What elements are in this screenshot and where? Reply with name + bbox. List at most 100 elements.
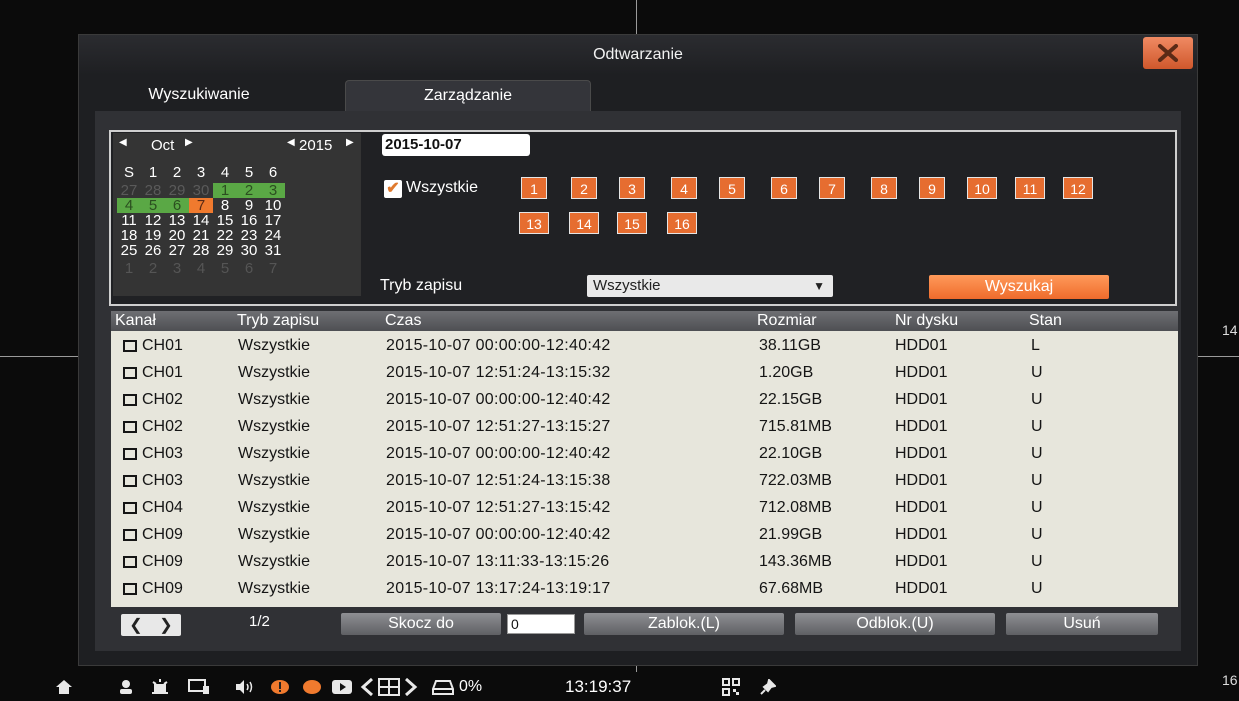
col-record-mode[interactable]: Tryb zapisu <box>237 312 319 330</box>
calendar-day[interactable]: 23 <box>237 228 261 243</box>
col-channel[interactable]: Kanał <box>115 312 156 330</box>
table-row[interactable]: CH09 Wszystkie 2015-10-07 13:17:24-13:19… <box>111 576 1178 601</box>
calendar-day[interactable]: 14 <box>189 213 213 228</box>
channel-toggle[interactable]: 10 <box>967 177 997 199</box>
col-state[interactable]: Stan <box>1029 312 1062 330</box>
table-row[interactable]: CH03 Wszystkie 2015-10-07 00:00:00-12:40… <box>111 441 1178 466</box>
record-icon[interactable] <box>302 672 322 701</box>
channel-toggle[interactable]: 4 <box>671 177 697 199</box>
delete-button[interactable]: Usuń <box>1006 613 1158 635</box>
calendar-day-selected[interactable]: 7 <box>189 198 213 213</box>
table-row[interactable]: CH03 Wszystkie 2015-10-07 12:51:24-13:15… <box>111 468 1178 493</box>
channel-toggle[interactable]: 12 <box>1063 177 1093 199</box>
next-page-icon[interactable]: ❯ <box>159 615 172 635</box>
qr-code-icon[interactable] <box>722 672 740 701</box>
jump-page-input[interactable]: 0 <box>507 614 575 634</box>
monitor-icon[interactable] <box>188 672 210 701</box>
all-channels-checkbox[interactable]: ✔ <box>384 180 402 198</box>
calendar-day[interactable]: 17 <box>261 213 285 228</box>
next-month-icon[interactable]: ▶ <box>185 137 193 148</box>
channel-toggle[interactable]: 8 <box>871 177 897 199</box>
calendar-day[interactable]: 31 <box>261 243 285 258</box>
channel-toggle[interactable]: 5 <box>719 177 745 199</box>
calendar-day[interactable]: 26 <box>141 243 165 258</box>
calendar-day[interactable]: 28 <box>189 243 213 258</box>
channel-toggle[interactable]: 14 <box>569 212 599 234</box>
calendar-day[interactable]: 12 <box>141 213 165 228</box>
calendar-day[interactable]: 18 <box>117 228 141 243</box>
table-row[interactable]: CH09 Wszystkie 2015-10-07 13:11:33-13:15… <box>111 549 1178 574</box>
record-mode-select[interactable]: Wszystkie ▼ <box>587 275 833 297</box>
jump-to-button[interactable]: Skocz do <box>341 613 501 635</box>
col-size[interactable]: Rozmiar <box>757 312 817 330</box>
calendar-day[interactable]: 30 <box>237 243 261 258</box>
home-icon[interactable] <box>55 672 73 701</box>
calendar-day[interactable]: 3 <box>165 261 189 276</box>
prev-page-icon[interactable]: ❮ <box>129 615 142 635</box>
volume-icon[interactable] <box>234 672 254 701</box>
col-disk[interactable]: Nr dysku <box>895 312 958 330</box>
close-button[interactable] <box>1143 37 1193 69</box>
channel-toggle[interactable]: 2 <box>571 177 597 199</box>
tab-management[interactable]: Zarządzanie <box>345 80 591 111</box>
calendar-day[interactable]: 10 <box>261 198 285 213</box>
channel-toggle[interactable]: 9 <box>919 177 945 199</box>
channel-toggle[interactable]: 6 <box>771 177 797 199</box>
alarm-icon[interactable] <box>150 672 170 701</box>
calendar-day[interactable]: 21 <box>189 228 213 243</box>
multiview-layout-icon[interactable] <box>378 672 400 701</box>
user-icon[interactable] <box>118 672 134 701</box>
date-input[interactable]: 2015-10-07 <box>382 134 530 156</box>
lock-button[interactable]: Zablok.(L) <box>584 613 784 635</box>
calendar-day[interactable]: 24 <box>261 228 285 243</box>
calendar-day[interactable]: 3 <box>261 183 285 198</box>
tab-search[interactable]: Wyszukiwanie <box>99 80 299 110</box>
next-year-icon[interactable]: ▶ <box>346 137 354 148</box>
calendar-day[interactable]: 15 <box>213 213 237 228</box>
prev-year-icon[interactable]: ◀ <box>287 137 295 148</box>
calendar-day[interactable]: 1 <box>213 183 237 198</box>
calendar-day[interactable]: 1 <box>117 261 141 276</box>
playback-icon[interactable] <box>332 672 352 701</box>
channel-toggle[interactable]: 3 <box>619 177 645 199</box>
calendar-day[interactable]: 2 <box>141 261 165 276</box>
search-button[interactable]: Wyszukaj <box>929 275 1109 299</box>
unlock-button[interactable]: Odblok.(U) <box>795 613 995 635</box>
calendar-day[interactable]: 27 <box>165 243 189 258</box>
layout-next-icon[interactable] <box>404 672 418 701</box>
channel-toggle[interactable]: 16 <box>667 212 697 234</box>
calendar-day[interactable]: 6 <box>237 261 261 276</box>
layout-prev-icon[interactable] <box>360 672 374 701</box>
col-time[interactable]: Czas <box>385 312 421 330</box>
calendar-day[interactable]: 29 <box>165 183 189 198</box>
calendar-day[interactable]: 13 <box>165 213 189 228</box>
channel-toggle[interactable]: 1 <box>521 177 547 199</box>
calendar-day[interactable]: 28 <box>141 183 165 198</box>
table-row[interactable]: CH01 Wszystkie 2015-10-07 12:51:24-13:15… <box>111 360 1178 385</box>
calendar-day[interactable]: 4 <box>117 198 141 213</box>
calendar-day[interactable]: 22 <box>213 228 237 243</box>
calendar-day[interactable]: 27 <box>117 183 141 198</box>
table-row[interactable]: CH01 Wszystkie 2015-10-07 00:00:00-12:40… <box>111 333 1178 358</box>
prev-month-icon[interactable]: ◀ <box>119 137 127 148</box>
calendar-day[interactable]: 29 <box>213 243 237 258</box>
calendar-day[interactable]: 9 <box>237 198 261 213</box>
calendar-day[interactable]: 11 <box>117 213 141 228</box>
calendar-day[interactable]: 19 <box>141 228 165 243</box>
calendar-day[interactable]: 8 <box>213 198 237 213</box>
calendar-day[interactable]: 7 <box>261 261 285 276</box>
table-row[interactable]: CH09 Wszystkie 2015-10-07 00:00:00-12:40… <box>111 522 1178 547</box>
pin-icon[interactable] <box>760 672 776 701</box>
table-row[interactable]: CH04 Wszystkie 2015-10-07 12:51:27-13:15… <box>111 495 1178 520</box>
calendar-day[interactable]: 6 <box>165 198 189 213</box>
calendar-day[interactable]: 4 <box>189 261 213 276</box>
calendar-day[interactable]: 2 <box>237 183 261 198</box>
channel-toggle[interactable]: 7 <box>819 177 845 199</box>
channel-toggle[interactable]: 11 <box>1015 177 1045 199</box>
calendar-day[interactable]: 25 <box>117 243 141 258</box>
calendar-day[interactable]: 5 <box>213 261 237 276</box>
calendar-day[interactable]: 30 <box>189 183 213 198</box>
warning-icon[interactable] <box>270 672 290 701</box>
calendar-day[interactable]: 16 <box>237 213 261 228</box>
table-row[interactable]: CH02 Wszystkie 2015-10-07 12:51:27-13:15… <box>111 414 1178 439</box>
